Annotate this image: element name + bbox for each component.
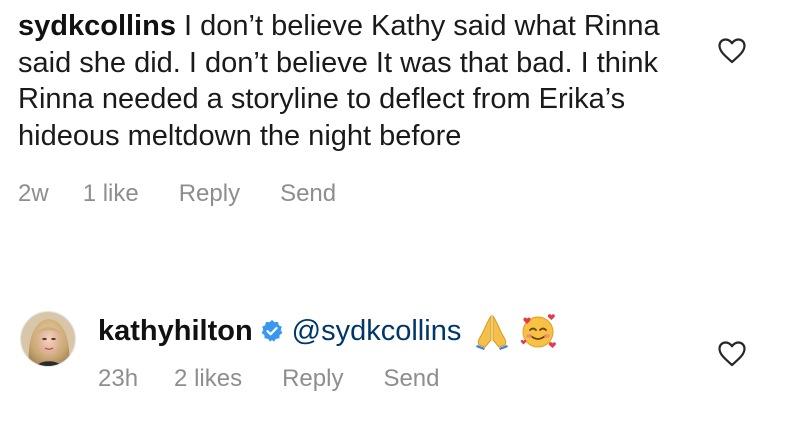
reply-meta: 23h 2 likes Reply Send [98, 365, 698, 393]
reply-text-line: kathyhilton @sydkcollins [98, 311, 698, 351]
comment: sydkcollins I don’t believe Kathy said w… [18, 8, 708, 208]
comment-timestamp[interactable]: 2w [18, 180, 49, 208]
heart-outline-icon[interactable] [718, 341, 746, 367]
comment-username[interactable]: sydkcollins [18, 10, 176, 42]
profile-photo [21, 312, 75, 366]
heart-outline-icon[interactable] [718, 38, 746, 64]
verified-badge-icon [261, 320, 283, 342]
send-button[interactable]: Send [383, 365, 439, 393]
reply-timestamp[interactable]: 23h [98, 365, 138, 393]
smiling-face-with-hearts-emoji [521, 314, 557, 348]
reply-button[interactable]: Reply [282, 365, 343, 393]
comment-like-count[interactable]: 1 like [83, 180, 139, 208]
comment-meta: 2w 1 like Reply Send [18, 180, 708, 208]
send-button[interactable]: Send [280, 180, 336, 208]
reply-username[interactable]: kathyhilton [98, 311, 253, 351]
reply-body: kathyhilton @sydkcollins 23h 2 likes Rep… [98, 311, 698, 393]
avatar[interactable] [20, 311, 76, 367]
reply-like-count[interactable]: 2 likes [174, 365, 242, 393]
mention-link[interactable]: @sydkcollins [292, 311, 462, 351]
reply-button[interactable]: Reply [179, 180, 240, 208]
folded-hands-emoji [476, 314, 509, 350]
comment-body: sydkcollins I don’t believe Kathy said w… [18, 8, 708, 154]
